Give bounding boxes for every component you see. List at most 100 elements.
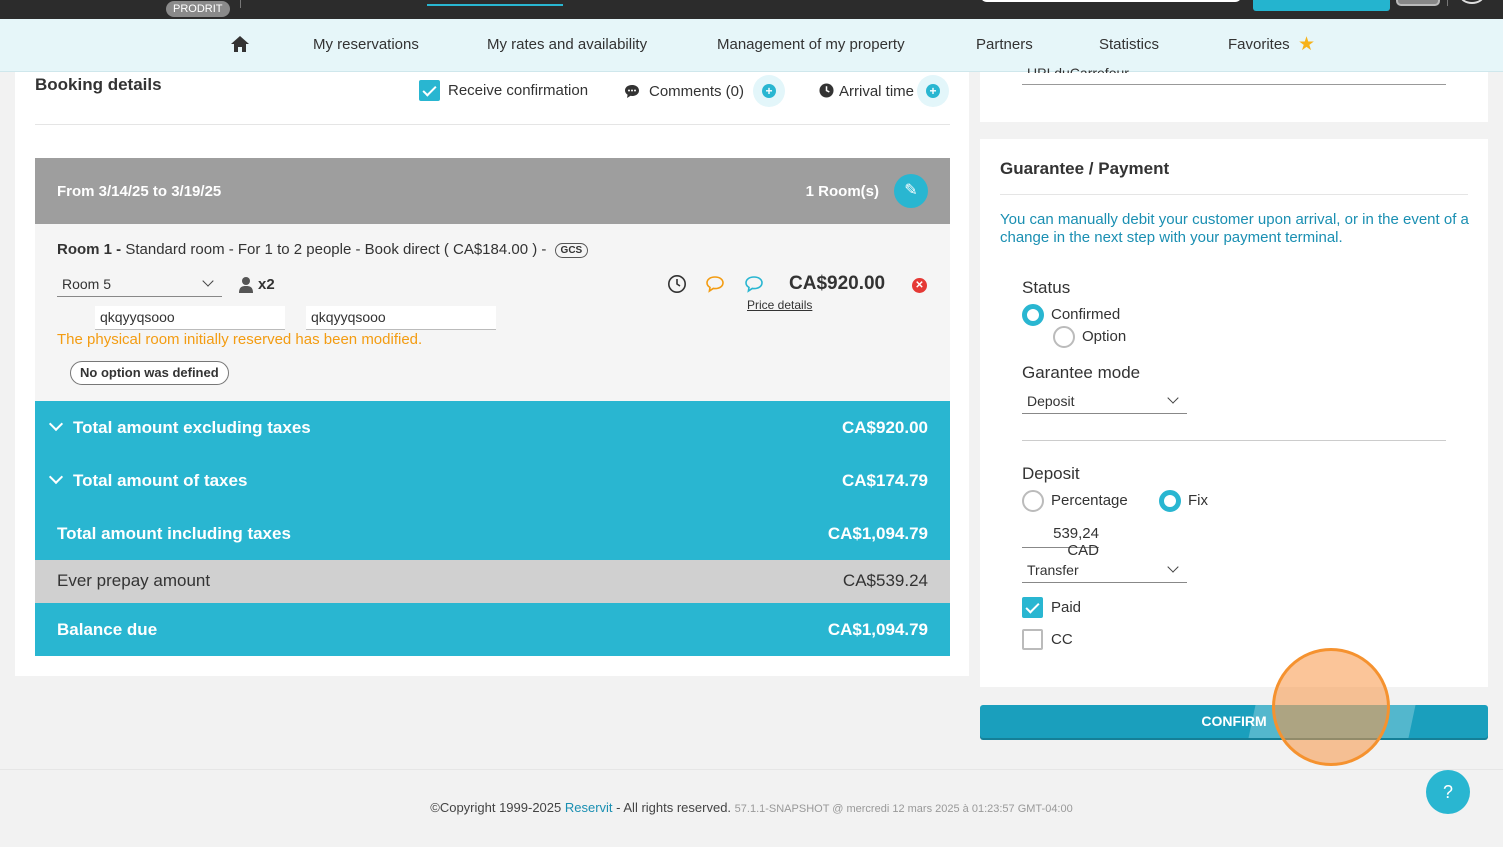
nav-property-management[interactable]: Management of my property xyxy=(717,36,905,53)
nav-rates-availability[interactable]: My rates and availability xyxy=(487,36,647,53)
prepay-label: Ever prepay amount xyxy=(57,571,211,590)
status-label: Status xyxy=(1022,278,1071,297)
field-underline xyxy=(1022,84,1446,85)
booking-details-title: Booking details xyxy=(35,75,162,94)
cc-checkbox[interactable] xyxy=(1022,629,1043,650)
total-taxes-label: Total amount of taxes xyxy=(73,471,248,490)
chevron-down-icon xyxy=(1167,561,1179,573)
payment-method-select[interactable]: Transfer xyxy=(1022,557,1187,583)
guest-count: x2 xyxy=(258,276,275,293)
add-comment-button[interactable]: + xyxy=(753,75,785,107)
rights-label: - All rights reserved. xyxy=(612,800,735,815)
payment-method-value: Transfer xyxy=(1027,562,1079,578)
status-option-radio[interactable] xyxy=(1053,326,1075,348)
balance-due-row: Balance due CA$1,094.79 xyxy=(35,603,950,656)
prepay-row: Ever prepay amount CA$539.24 xyxy=(35,560,950,603)
home-icon[interactable] xyxy=(230,35,250,53)
chevron-down-icon xyxy=(1167,392,1179,404)
room-select-value: Room 5 xyxy=(62,276,112,292)
total-excl-taxes-label: Total amount excluding taxes xyxy=(73,418,311,437)
guest-first-name-field[interactable]: qkqyyqsooo xyxy=(95,306,285,330)
nav-partners[interactable]: Partners xyxy=(976,36,1033,53)
remove-room-button[interactable]: ✕ xyxy=(912,278,927,293)
help-button[interactable]: ? xyxy=(1426,770,1470,814)
guarantee-payment-title: Guarantee / Payment xyxy=(1000,159,1170,178)
deposit-fix-label: Fix xyxy=(1188,492,1208,509)
garantee-mode-select[interactable]: Deposit xyxy=(1022,388,1187,414)
main-nav: My reservations My rates and availabilit… xyxy=(0,19,1503,72)
top-action-button[interactable] xyxy=(1253,0,1390,11)
divider xyxy=(35,124,950,125)
user-avatar[interactable] xyxy=(1460,0,1484,4)
room-description: Room 1 - Standard room - For 1 to 2 peop… xyxy=(57,241,589,258)
divider xyxy=(1022,440,1446,441)
receive-confirmation-checkbox[interactable] xyxy=(419,80,440,101)
no-option-badge: No option was defined xyxy=(70,361,229,385)
room-number: Room 1 - xyxy=(57,241,122,258)
chevron-down-icon xyxy=(48,469,64,485)
edit-stay-button[interactable]: ✎ xyxy=(894,174,928,208)
room-price: CA$920.00 xyxy=(789,273,886,294)
search-input[interactable] xyxy=(980,0,1242,2)
deposit-percentage-radio[interactable] xyxy=(1022,490,1044,512)
deposit-amount-field[interactable]: 539,24 CAD xyxy=(1022,523,1099,559)
brand-link[interactable]: Reservit xyxy=(565,800,613,815)
copyright-label: ©Copyright 1999-2025 xyxy=(430,800,565,815)
plus-icon: + xyxy=(926,84,940,98)
stay-header: From 3/14/25 to 3/19/25 1 Room(s) xyxy=(35,158,950,224)
room-details: Standard room - For 1 to 2 people - Book… xyxy=(121,241,551,258)
total-excl-taxes-row[interactable]: Total amount excluding taxes CA$920.00 xyxy=(35,401,950,454)
garantee-mode-value: Deposit xyxy=(1027,393,1075,409)
prepay-value: CA$539.24 xyxy=(842,571,928,590)
guest-last-name-field[interactable]: qkqyyqsooo xyxy=(306,306,496,330)
clock-icon[interactable] xyxy=(667,274,687,294)
balance-due-label: Balance due xyxy=(57,620,158,639)
deposit-label: Deposit xyxy=(1022,464,1080,483)
plus-icon: + xyxy=(762,84,776,98)
cc-label: CC xyxy=(1051,631,1073,648)
close-icon: ✕ xyxy=(915,280,924,291)
payment-info-text: You can manually debit your customer upo… xyxy=(1000,211,1469,246)
confirm-label: CONFIRM xyxy=(1201,713,1267,729)
nav-my-reservations[interactable]: My reservations xyxy=(313,36,419,53)
paid-checkbox[interactable] xyxy=(1022,597,1043,618)
total-taxes-row[interactable]: Total amount of taxes CA$174.79 xyxy=(35,454,950,507)
total-incl-taxes-row: Total amount including taxes CA$1,094.79 xyxy=(35,507,950,560)
comments-label[interactable]: Comments (0) xyxy=(649,83,744,100)
nav-favorites[interactable]: Favorites xyxy=(1228,36,1290,53)
top-toggle-button[interactable] xyxy=(1396,0,1440,6)
garantee-mode-label: Garantee mode xyxy=(1022,363,1141,382)
star-icon: ★ xyxy=(1298,34,1316,55)
environment-badge: PRODRIT xyxy=(166,1,230,17)
arrival-time-label[interactable]: Arrival time xyxy=(839,83,914,100)
price-details-link[interactable]: Price details xyxy=(747,298,812,312)
status-confirmed-label: Confirmed xyxy=(1051,306,1121,323)
rooms-count: 1 Room(s) xyxy=(805,183,879,200)
copyright-text: ©Copyright 1999-2025 Reservit - All righ… xyxy=(0,800,1503,815)
paid-label: Paid xyxy=(1051,599,1082,616)
total-incl-taxes-label: Total amount including taxes xyxy=(57,524,291,543)
total-excl-taxes-value: CA$920.00 xyxy=(841,418,928,437)
status-confirmed-radio[interactable] xyxy=(1022,304,1044,326)
confirm-button[interactable]: CONFIRM xyxy=(980,705,1488,738)
nav-statistics[interactable]: Statistics xyxy=(1099,36,1159,53)
room-select[interactable]: Room 5 xyxy=(57,271,222,297)
message-icon[interactable] xyxy=(744,274,764,294)
total-taxes-value: CA$174.79 xyxy=(841,471,928,490)
divider xyxy=(240,0,241,8)
chevron-down-icon xyxy=(48,416,64,432)
comment-icon[interactable] xyxy=(705,274,725,294)
customer-card xyxy=(980,72,1488,122)
deposit-percentage-label: Percentage xyxy=(1051,492,1128,509)
add-arrival-time-button[interactable]: + xyxy=(917,75,949,107)
address-field[interactable]: UPI duCarrefour xyxy=(1027,64,1129,73)
divider xyxy=(1000,194,1468,195)
room-modified-warning: The physical room initially reserved has… xyxy=(57,331,423,348)
guest-icon xyxy=(239,277,253,293)
version-label: 57.1.1-SNAPSHOT @ mercredi 12 mars 2025 … xyxy=(734,803,1073,815)
deposit-fix-radio[interactable] xyxy=(1159,490,1181,512)
receive-confirmation-label: Receive confirmation xyxy=(448,82,589,99)
divider xyxy=(1447,0,1448,6)
top-bar: PRODRIT xyxy=(0,0,1503,19)
comment-icon xyxy=(625,85,639,98)
